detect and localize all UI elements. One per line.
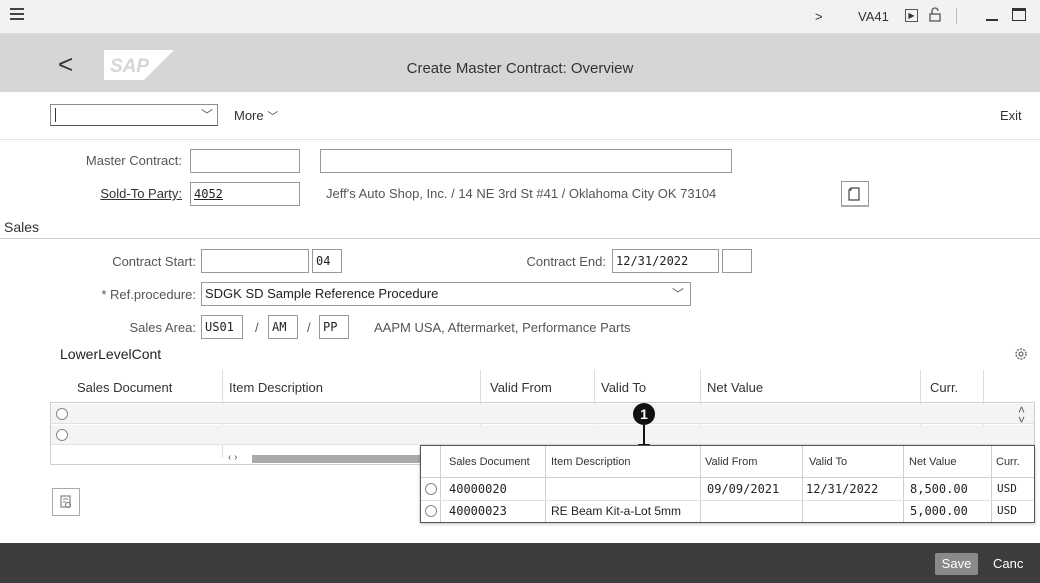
popup-cell-description: RE Beam Kit-a-Lot 5mm — [551, 504, 682, 518]
page-title: Create Master Contract: Overview — [406, 60, 634, 77]
column-header[interactable]: Valid To — [601, 380, 646, 395]
table-row[interactable] — [51, 425, 1034, 445]
column-divider — [802, 446, 803, 522]
settings-icon[interactable] — [1014, 347, 1028, 361]
popup-cell-valid-to: 12/31/2022 — [806, 482, 879, 496]
column-divider — [903, 446, 904, 522]
ref-procedure-select[interactable]: SDGK SD Sample Reference Procedure ﹀ — [201, 282, 691, 306]
footer-bar — [0, 543, 1040, 583]
document-icon — [848, 187, 860, 201]
row-divider — [421, 500, 1034, 501]
master-contract-label: Master Contract: — [85, 153, 182, 168]
column-header[interactable]: Curr. — [930, 380, 958, 395]
popup-cell-net-value: 5,000.00 — [910, 504, 968, 518]
tab-sales[interactable]: Sales — [4, 219, 39, 235]
row-selector[interactable] — [425, 505, 437, 517]
chevron-down-icon: ﹀ — [267, 111, 279, 123]
minimize-icon[interactable] — [986, 19, 998, 21]
column-header[interactable]: Sales Document — [77, 380, 172, 395]
contract-start-input[interactable] — [201, 249, 309, 273]
ref-procedure-label: * Ref.procedure: — [101, 287, 196, 302]
row-selector[interactable] — [56, 429, 68, 441]
transaction-code: VA41 — [858, 9, 889, 24]
sold-to-party-input[interactable]: 4052 — [190, 182, 300, 206]
popup-column-header: Item Description — [551, 456, 631, 468]
sold-to-party-label[interactable]: Sold-To Party: — [40, 186, 182, 201]
column-header[interactable]: Valid From — [490, 380, 552, 395]
forward-arrow-icon[interactable]: > — [815, 9, 823, 24]
contract-end-extra[interactable] — [722, 249, 752, 273]
contract-start-label: Contract Start: — [112, 254, 196, 269]
row-selector[interactable] — [56, 408, 68, 420]
ref-procedure-value: SDGK SD Sample Reference Procedure — [205, 286, 439, 301]
sales-area-description: AAPM USA, Aftermarket, Performance Parts — [374, 320, 631, 335]
sold-to-address: Jeff's Auto Shop, Inc. / 14 NE 3rd St #4… — [326, 186, 717, 201]
separator-slash: / — [255, 320, 259, 335]
popup-column-header: Net Value — [909, 456, 957, 468]
contract-end-input[interactable]: 12/31/2022 — [612, 249, 719, 273]
popup-cell-document: 40000020 — [449, 482, 507, 496]
lock-icon[interactable] — [929, 7, 941, 22]
details-button[interactable] — [52, 488, 80, 516]
text-cursor — [55, 108, 56, 122]
chevron-down-icon[interactable]: ﹀ — [672, 285, 684, 302]
details-icon — [60, 495, 72, 509]
contract-end-label: Contract End: — [526, 254, 607, 269]
menu-icon[interactable] — [10, 8, 24, 20]
popup-column-header: Valid From — [705, 456, 758, 468]
column-divider — [440, 446, 441, 522]
column-header[interactable]: Net Value — [707, 380, 763, 395]
tab-divider — [0, 238, 1040, 239]
row-selector[interactable] — [425, 483, 437, 495]
more-label: More — [234, 108, 264, 123]
popup-column-header: Sales Document — [449, 456, 530, 468]
more-menu[interactable]: More ﹀ — [234, 108, 278, 124]
table-row[interactable] — [51, 404, 1034, 424]
popup-column-header: Curr. — [996, 456, 1020, 468]
popup-cell-document: 40000023 — [449, 504, 507, 518]
maximize-icon[interactable] — [1012, 8, 1026, 21]
section-title: LowerLevelCont — [60, 346, 162, 362]
horizontal-scrollbar[interactable] — [252, 455, 422, 463]
chevron-down-icon[interactable]: ﹀ — [201, 106, 213, 123]
header-divider — [421, 477, 1034, 478]
distribution-channel-input[interactable]: AM — [268, 315, 298, 339]
master-contract-description[interactable] — [320, 149, 732, 173]
master-contract-input[interactable] — [190, 149, 300, 173]
popup-column-header: Valid To — [809, 456, 848, 468]
sales-area-label: Sales Area: — [129, 320, 197, 335]
contract-start-suffix[interactable]: 04 — [312, 249, 342, 273]
system-bar: > VA41 ▶ — [0, 0, 1040, 34]
popup-cell-currency: USD — [997, 504, 1017, 517]
popup-cell-net-value: 8,500.00 — [910, 482, 968, 496]
column-divider — [700, 446, 701, 522]
cancel-button[interactable]: Canc — [993, 556, 1023, 571]
column-header[interactable]: Item Description — [229, 380, 323, 395]
command-field[interactable]: ﹀ — [50, 104, 218, 126]
sales-org-input[interactable]: US01 — [201, 315, 243, 339]
callout-number: 1 — [640, 406, 648, 422]
save-button[interactable]: Save — [935, 553, 978, 575]
popup-cell-currency: USD — [997, 482, 1017, 495]
scroll-arrows-icon[interactable]: ‹ › — [228, 452, 237, 463]
column-divider — [991, 446, 992, 522]
separator-slash: / — [307, 320, 311, 335]
popup-cell-valid-from: 09/09/2021 — [707, 482, 780, 496]
exit-button[interactable]: Exit — [1000, 108, 1022, 123]
column-divider — [545, 446, 546, 522]
divider — [956, 8, 957, 24]
document-flow-button[interactable] — [841, 181, 869, 207]
play-icon[interactable]: ▶ — [905, 9, 918, 22]
vertical-scroll-icon[interactable]: ˄ ˅ — [1018, 404, 1025, 426]
division-input[interactable]: PP — [319, 315, 349, 339]
